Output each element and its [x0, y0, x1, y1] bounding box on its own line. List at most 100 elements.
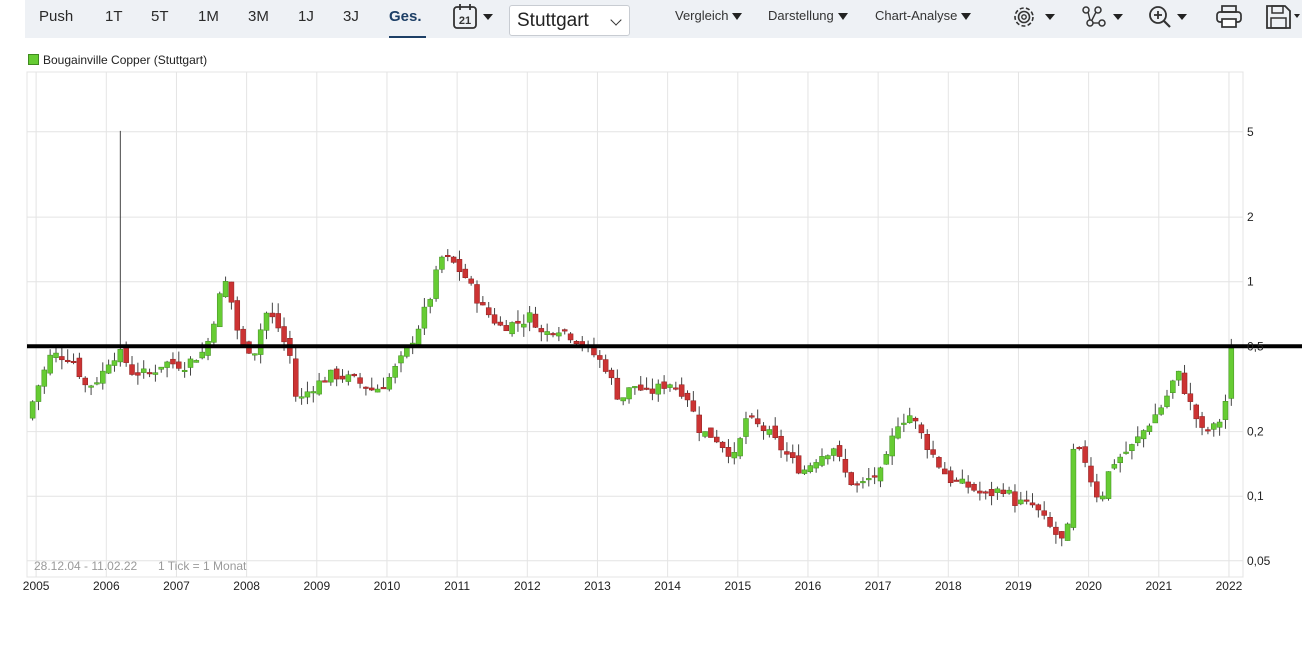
- candle-down: [708, 427, 714, 438]
- candle-up: [906, 415, 913, 424]
- candle-down: [550, 333, 556, 336]
- candle-down: [713, 436, 720, 443]
- candle-up: [1129, 444, 1135, 451]
- candle-up: [35, 385, 42, 402]
- x-tick-label: 2016: [795, 579, 822, 593]
- x-tick-label: 2005: [23, 579, 50, 593]
- candle-down: [784, 451, 790, 455]
- candle-up: [222, 281, 229, 298]
- candle-down: [485, 307, 492, 316]
- candle-down: [369, 387, 375, 391]
- x-tick-label: 2010: [374, 579, 401, 593]
- x-tick-label: 2013: [584, 579, 611, 593]
- x-axis-labels: 2005 2006 2007 2008 2009 2010 2011 2012 2013 2014…: [23, 579, 1243, 593]
- y-tick-label: 0,2: [1247, 425, 1264, 439]
- candle-down: [1012, 491, 1018, 506]
- candle-down: [971, 483, 977, 491]
- candle-down: [567, 333, 574, 341]
- candle-down: [684, 392, 691, 401]
- candle-up: [205, 341, 211, 356]
- candle-up: [374, 388, 381, 393]
- candle-up: [626, 387, 632, 400]
- date-range-label: 28.12.04 - 11.02.22: [34, 559, 138, 573]
- candle-up: [895, 426, 901, 439]
- price-chart[interactable]: 0,05 0,1 0,2 0,5 1 2 5 2005 2006 2007 2008 2009 201…: [0, 0, 1302, 648]
- candle-down: [1058, 531, 1065, 539]
- candle-up: [427, 299, 433, 307]
- candle-down: [637, 384, 644, 391]
- candle-up: [211, 323, 217, 343]
- candle-down: [70, 360, 77, 363]
- candle-down: [848, 472, 854, 486]
- candle-up: [53, 352, 59, 358]
- candle-down: [760, 425, 767, 431]
- candle-down: [497, 321, 504, 326]
- candle-up: [193, 360, 200, 363]
- candle-up: [801, 469, 808, 474]
- candle-down: [678, 384, 685, 397]
- candle-up: [47, 354, 53, 374]
- candle-up: [1170, 380, 1176, 394]
- candle-up: [1018, 499, 1024, 505]
- candle-down: [790, 452, 796, 459]
- candle-down: [754, 418, 761, 425]
- candle-up: [439, 256, 445, 270]
- candle-up: [819, 456, 825, 466]
- candle-up: [1006, 489, 1012, 494]
- x-tick-label: 2007: [163, 579, 190, 593]
- candle-down: [1035, 504, 1042, 511]
- candle-down: [322, 380, 328, 383]
- candle-up: [158, 366, 165, 370]
- candle-up: [1140, 430, 1147, 440]
- candle-down: [749, 415, 755, 418]
- candle-down: [491, 314, 498, 324]
- candle-down: [176, 361, 182, 369]
- candle-down: [725, 447, 732, 457]
- candle-down: [1041, 510, 1047, 516]
- candle-up: [959, 478, 966, 484]
- candle-down: [333, 368, 340, 380]
- x-tick-label: 2021: [1145, 579, 1172, 593]
- candle-up: [632, 386, 638, 389]
- candle-up: [199, 351, 205, 359]
- candle-up: [1158, 407, 1164, 415]
- candle-down: [1076, 447, 1083, 450]
- candle-down: [146, 372, 153, 375]
- candle-up: [140, 368, 147, 373]
- candle-down: [480, 302, 486, 306]
- candle-down: [573, 341, 580, 345]
- x-tick-label: 2006: [93, 579, 120, 593]
- candle-down: [988, 489, 995, 497]
- candle-up: [1211, 423, 1217, 430]
- candle-up: [1105, 471, 1112, 499]
- x-tick-label: 2009: [303, 579, 330, 593]
- candle-down: [269, 312, 276, 318]
- candle-up: [94, 382, 100, 385]
- candle-up: [737, 438, 743, 457]
- candle-up: [830, 448, 837, 456]
- candle-down: [1000, 489, 1007, 495]
- candle-up: [111, 360, 118, 366]
- candle-down: [661, 381, 667, 389]
- candle-down: [936, 457, 942, 468]
- candle-down: [515, 320, 521, 324]
- candle-down: [690, 400, 697, 412]
- candle-up: [345, 374, 352, 382]
- candle-up: [620, 397, 626, 402]
- candle-down: [135, 372, 141, 376]
- x-tick-label: 2020: [1075, 579, 1102, 593]
- x-tick-label: 2014: [654, 579, 681, 593]
- candle-down: [532, 313, 539, 328]
- candle-up: [310, 391, 317, 394]
- candle-down: [1047, 517, 1053, 527]
- candle-down: [719, 441, 726, 449]
- candle-up: [117, 349, 124, 363]
- candle-up: [257, 329, 264, 355]
- candle-down: [1187, 393, 1194, 402]
- candle-down: [1193, 404, 1199, 420]
- candle-up: [1134, 436, 1141, 444]
- candle-up: [521, 323, 527, 328]
- candle-down: [474, 284, 480, 304]
- candle-up: [825, 455, 831, 460]
- candle-down: [1023, 499, 1030, 502]
